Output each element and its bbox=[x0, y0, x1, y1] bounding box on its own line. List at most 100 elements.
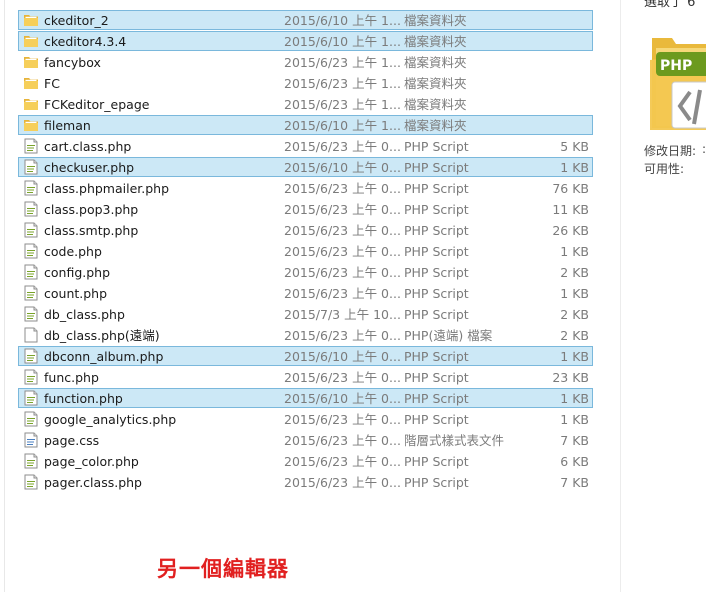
file-name: FCKeditor_epage bbox=[44, 97, 150, 112]
file-size: 1 KB bbox=[560, 286, 589, 301]
file-name: class.smtp.php bbox=[44, 223, 139, 238]
file-type: 檔案資料夾 bbox=[404, 55, 467, 70]
file-row-code-php[interactable]: code.php 2015/6/23 上午 0... PHP Script 1 KB bbox=[18, 241, 593, 261]
file-type: PHP Script bbox=[404, 454, 469, 469]
file-size: 5 KB bbox=[560, 139, 589, 154]
file-type: 檔案資料夾 bbox=[404, 13, 467, 28]
file-row-db-class-php[interactable]: db_class.php(遠端) 2015/6/23 上午 0... PHP(遠端)… bbox=[18, 325, 593, 345]
file-type: PHP Script bbox=[404, 265, 469, 280]
file-type: PHP Script bbox=[404, 286, 469, 301]
file-name: function.php bbox=[44, 391, 123, 406]
file-row-fc[interactable]: FC 2015/6/23 上午 1... 檔案資料夾 bbox=[18, 73, 593, 93]
file-row-checkuser-php[interactable]: checkuser.php 2015/6/10 上午 0... PHP Script… bbox=[18, 157, 593, 177]
file-name: fileman bbox=[44, 118, 91, 133]
details-pane: 選取了 6 PHP 修改日期: : 可用性: bbox=[620, 0, 706, 592]
file-type: PHP Script bbox=[404, 307, 469, 322]
file-type: PHP Script bbox=[404, 391, 469, 406]
file-row-config-php[interactable]: config.php 2015/6/23 上午 0... PHP Script 2 K… bbox=[18, 262, 593, 282]
modified-date-label: 修改日期: bbox=[644, 144, 697, 158]
php-file-icon bbox=[23, 200, 39, 218]
file-size: 1 KB bbox=[560, 391, 589, 406]
php-file-icon bbox=[23, 242, 39, 260]
annotation-caption: 另一個編輯器 bbox=[157, 557, 289, 581]
file-row-fileman[interactable]: fileman 2015/6/10 上午 1... 檔案資料夾 bbox=[18, 115, 593, 135]
file-row-class-phpmailer-php[interactable]: class.phpmailer.php 2015/6/23 上午 0... PHP … bbox=[18, 178, 593, 198]
php-file-icon bbox=[23, 368, 39, 386]
folder-icon bbox=[23, 11, 39, 29]
file-date-modified: 2015/6/23 上午 0... bbox=[284, 181, 401, 196]
file-list: ckeditor_2 2015/6/10 上午 1... 檔案資料夾 ckeditor… bbox=[0, 0, 620, 592]
file-name: db_class.php(遠端) bbox=[44, 328, 160, 343]
file-name: google_analytics.php bbox=[44, 412, 177, 427]
file-type: PHP Script bbox=[404, 412, 469, 427]
file-row-fancybox[interactable]: fancybox 2015/6/23 上午 1... 檔案資料夾 bbox=[18, 52, 593, 72]
file-row-class-pop3-php[interactable]: class.pop3.php 2015/6/23 上午 0... PHP Scrip… bbox=[18, 199, 593, 219]
file-name: class.phpmailer.php bbox=[44, 181, 170, 196]
php-folder-thumbnail-icon: PHP bbox=[642, 30, 706, 137]
file-type: PHP Script bbox=[404, 244, 469, 259]
folder-icon bbox=[23, 32, 39, 50]
file-row-page-color-php[interactable]: page_color.php 2015/6/23 上午 0... PHP Scrip… bbox=[18, 451, 593, 471]
file-row-class-smtp-php[interactable]: class.smtp.php 2015/6/23 上午 0... PHP Scrip… bbox=[18, 220, 593, 240]
file-date-modified: 2015/6/23 上午 1... bbox=[284, 55, 401, 70]
file-row-ckeditor-2[interactable]: ckeditor_2 2015/6/10 上午 1... 檔案資料夾 bbox=[18, 10, 593, 30]
file-date-modified: 2015/6/23 上午 0... bbox=[284, 244, 401, 259]
file-row-count-php[interactable]: count.php 2015/6/23 上午 0... PHP Script 1 KB bbox=[18, 283, 593, 303]
file-row-page-css[interactable]: page.css 2015/6/23 上午 0... 階層式樣式表文件 7 KB bbox=[18, 430, 593, 450]
file-row-function-php[interactable]: function.php 2015/6/10 上午 0... PHP Script 1… bbox=[18, 388, 593, 408]
file-name: func.php bbox=[44, 370, 99, 385]
blank-file-icon bbox=[23, 326, 39, 344]
php-file-icon bbox=[23, 305, 39, 323]
file-size: 6 KB bbox=[560, 454, 589, 469]
file-date-modified: 2015/6/23 上午 0... bbox=[284, 433, 401, 448]
file-size: 7 KB bbox=[560, 475, 589, 490]
file-date-modified: 2015/6/23 上午 0... bbox=[284, 454, 401, 469]
file-type: PHP Script bbox=[404, 181, 469, 196]
selection-count-text: 選取了 6 bbox=[644, 0, 696, 10]
svg-text:PHP: PHP bbox=[660, 58, 692, 74]
file-size: 1 KB bbox=[560, 349, 589, 364]
file-date-modified: 2015/6/23 上午 0... bbox=[284, 328, 401, 343]
php-file-icon bbox=[23, 158, 39, 176]
file-row-google-analytics-php[interactable]: google_analytics.php 2015/6/23 上午 0... PHP… bbox=[18, 409, 593, 429]
file-name: db_class.php bbox=[44, 307, 125, 322]
file-row-func-php[interactable]: func.php 2015/6/23 上午 0... PHP Script 23 KB bbox=[18, 367, 593, 387]
file-row-pager-class-php[interactable]: pager.class.php 2015/6/23 上午 0... PHP Scri… bbox=[18, 472, 593, 492]
css-file-icon bbox=[23, 431, 39, 449]
file-date-modified: 2015/6/23 上午 0... bbox=[284, 139, 401, 154]
file-row-db-class-php[interactable]: db_class.php 2015/7/3 上午 10... PHP Script 2… bbox=[18, 304, 593, 324]
php-file-icon bbox=[23, 179, 39, 197]
file-type: 檔案資料夾 bbox=[404, 76, 467, 91]
php-file-icon bbox=[23, 389, 39, 407]
file-date-modified: 2015/6/23 上午 0... bbox=[284, 202, 401, 217]
php-file-icon bbox=[23, 410, 39, 428]
file-date-modified: 2015/6/23 上午 0... bbox=[284, 412, 401, 427]
file-name: page_color.php bbox=[44, 454, 139, 469]
file-type: PHP Script bbox=[404, 370, 469, 385]
file-row-ckeditor4-3-4[interactable]: ckeditor4.3.4 2015/6/10 上午 1... 檔案資料夾 bbox=[18, 31, 593, 51]
file-name: config.php bbox=[44, 265, 111, 280]
file-name: class.pop3.php bbox=[44, 202, 139, 217]
file-type: PHP Script bbox=[404, 202, 469, 217]
php-file-icon bbox=[23, 473, 39, 491]
file-type: PHP Script bbox=[404, 223, 469, 238]
php-file-icon bbox=[23, 452, 39, 470]
file-size: 2 KB bbox=[560, 328, 589, 343]
file-date-modified: 2015/6/23 上午 0... bbox=[284, 265, 401, 280]
file-type: 檔案資料夾 bbox=[404, 118, 467, 133]
file-date-modified: 2015/6/10 上午 0... bbox=[284, 160, 401, 175]
file-date-modified: 2015/6/23 上午 0... bbox=[284, 475, 401, 490]
php-file-icon bbox=[23, 347, 39, 365]
file-row-fckeditor-epage[interactable]: FCKeditor_epage 2015/6/23 上午 1... 檔案資料夾 bbox=[18, 94, 593, 114]
file-date-modified: 2015/6/10 上午 0... bbox=[284, 349, 401, 364]
file-size: 1 KB bbox=[560, 160, 589, 175]
folder-icon bbox=[23, 53, 39, 71]
list-border bbox=[4, 0, 5, 592]
file-row-dbconn-album-php[interactable]: dbconn_album.php 2015/6/10 上午 0... PHP Scr… bbox=[18, 346, 593, 366]
file-size: 2 KB bbox=[560, 307, 589, 322]
php-file-icon bbox=[23, 263, 39, 281]
file-row-cart-class-php[interactable]: cart.class.php 2015/6/23 上午 0... PHP Scrip… bbox=[18, 136, 593, 156]
details-pane-separator bbox=[620, 0, 621, 592]
file-type: 階層式樣式表文件 bbox=[404, 433, 505, 448]
file-date-modified: 2015/6/23 上午 0... bbox=[284, 370, 401, 385]
